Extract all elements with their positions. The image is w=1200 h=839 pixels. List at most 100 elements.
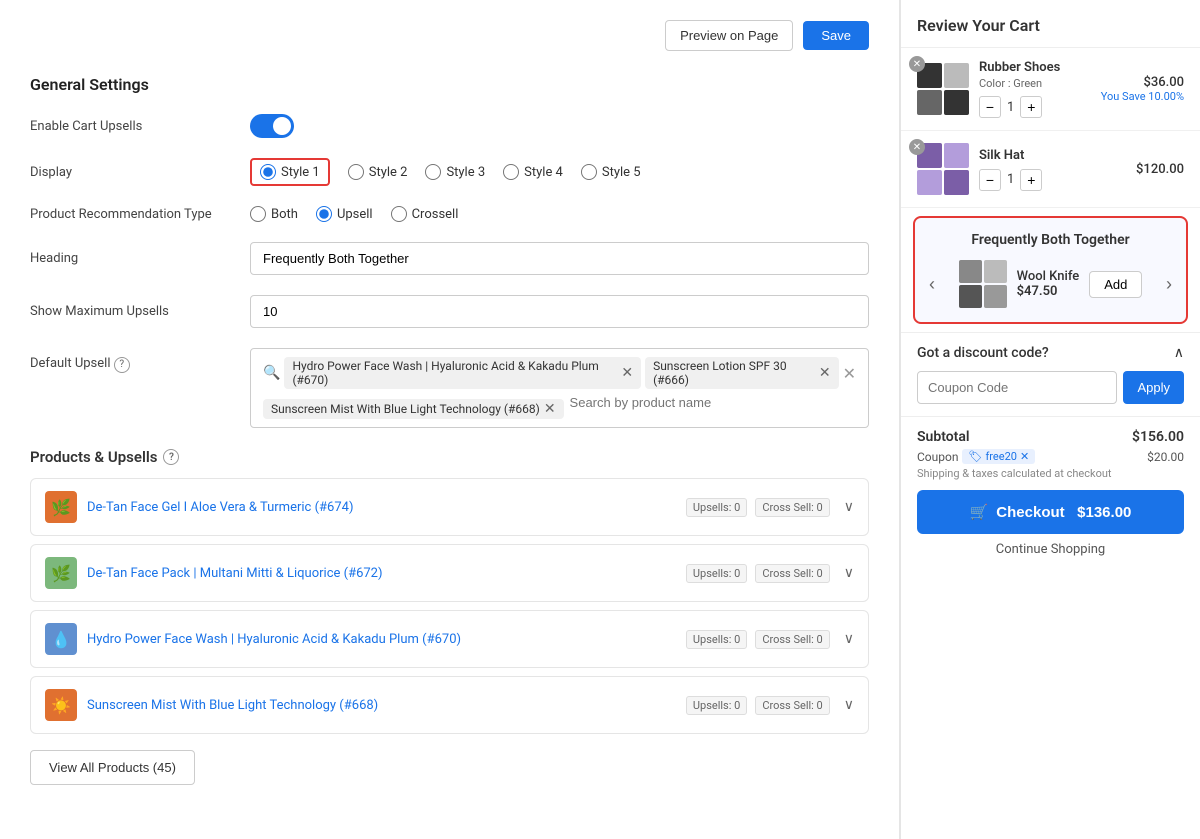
product-badges-3: Upsells: 0 Cross Sell: 0 — [686, 630, 830, 649]
display-style3-option[interactable]: Style 3 — [425, 164, 485, 180]
coupon-row: Coupon 🏷 free20 ✕ $20.00 — [917, 449, 1184, 464]
qty-value-1: 1 — [1007, 100, 1014, 115]
discount-chevron-icon: ∧ — [1174, 345, 1184, 361]
cart-item-price-1: $36.00 — [1101, 75, 1184, 90]
cart-item-remove-1[interactable]: ✕ — [909, 56, 925, 72]
apply-button[interactable]: Apply — [1123, 371, 1184, 404]
discount-input-row: Apply — [917, 371, 1184, 404]
default-upsell-row: Default Upsell ? 🔍 Hydro Power Face Wash… — [30, 348, 869, 428]
crosssell-badge-4: Cross Sell: 0 — [755, 696, 829, 715]
clear-all-icon[interactable]: ✕ — [843, 364, 856, 383]
cart-item-2: ✕ Silk Hat − 1 + $120.00 — [901, 131, 1200, 208]
cart-item-price-2: $120.00 — [1136, 162, 1184, 177]
coupon-remove-icon[interactable]: ✕ — [1020, 450, 1029, 463]
fbt-product-name: Wool Knife — [1017, 269, 1080, 284]
product-thumb-1: 🌿 — [45, 491, 77, 523]
fbt-box: Frequently Both Together ‹ Wool Knife $4… — [913, 216, 1188, 324]
display-style2-option[interactable]: Style 2 — [348, 164, 408, 180]
chevron-down-icon-2[interactable]: ∨ — [844, 565, 854, 581]
product-badges-2: Upsells: 0 Cross Sell: 0 — [686, 564, 830, 583]
product-row[interactable]: ☀️ Sunscreen Mist With Blue Light Techno… — [30, 676, 869, 734]
tag-search-input[interactable] — [570, 395, 730, 410]
enable-cart-upsells-label: Enable Cart Upsells — [30, 119, 250, 134]
heading-label: Heading — [30, 251, 250, 266]
enable-cart-upsells-row: Enable Cart Upsells — [30, 114, 869, 138]
tag-sunscreen-mist: Sunscreen Mist With Blue Light Technolog… — [263, 399, 564, 419]
discount-header[interactable]: Got a discount code? ∧ — [917, 345, 1184, 361]
show-max-row: Show Maximum Upsells — [30, 295, 869, 328]
rec-both-label: Both — [271, 207, 298, 222]
enable-cart-upsells-toggle[interactable] — [250, 114, 294, 138]
rec-upsell-label: Upsell — [337, 207, 373, 222]
shipping-note: Shipping & taxes calculated at checkout — [917, 467, 1184, 480]
chevron-down-icon-4[interactable]: ∨ — [844, 697, 854, 713]
tag-hydro-remove[interactable]: ✕ — [621, 365, 633, 381]
upsells-badge-4: Upsells: 0 — [686, 696, 747, 715]
chevron-down-icon-3[interactable]: ∨ — [844, 631, 854, 647]
coupon-icon: 🏷 — [968, 450, 982, 463]
fbt-nav: ‹ Wool Knife $47.50 Add › — [925, 260, 1176, 308]
subtotal-label: Subtotal — [917, 429, 970, 445]
product-row[interactable]: 🌿 De-Tan Face Pack | Multani Mitti & Liq… — [30, 544, 869, 602]
checkout-button[interactable]: 🛒 Checkout $136.00 — [917, 490, 1184, 534]
qty-value-2: 1 — [1007, 172, 1014, 187]
product-row[interactable]: 🌿 De-Tan Face Gel I Aloe Vera & Turmeric… — [30, 478, 869, 536]
tag-sunscreen-mist-remove[interactable]: ✕ — [544, 401, 556, 417]
qty-increase-1[interactable]: + — [1020, 96, 1042, 118]
rec-crossell-option[interactable]: Crossell — [391, 206, 459, 222]
product-badges-4: Upsells: 0 Cross Sell: 0 — [686, 696, 830, 715]
tag-hydro: Hydro Power Face Wash | Hyaluronic Acid … — [284, 357, 641, 389]
display-style5-option[interactable]: Style 5 — [581, 164, 641, 180]
crosssell-badge-1: Cross Sell: 0 — [755, 498, 829, 517]
display-row: Display Style 1 Style 2 Style 3 Style 4 — [30, 158, 869, 186]
tag-sunscreen-lotion-remove[interactable]: ✕ — [819, 365, 831, 381]
products-help-icon[interactable]: ? — [163, 449, 179, 465]
default-upsell-help-icon[interactable]: ? — [114, 357, 130, 373]
cart-item-save-1: You Save 10.00% — [1101, 90, 1184, 103]
default-upsell-input[interactable]: 🔍 Hydro Power Face Wash | Hyaluronic Aci… — [250, 348, 869, 428]
qty-control-2: − 1 + — [979, 169, 1126, 191]
fbt-add-button[interactable]: Add — [1089, 271, 1142, 298]
discount-header-label: Got a discount code? — [917, 345, 1049, 361]
rec-upsell-option[interactable]: Upsell — [316, 206, 373, 222]
qty-increase-2[interactable]: + — [1020, 169, 1042, 191]
cart-item-sub-1: Color : Green — [979, 77, 1091, 90]
general-settings-section: General Settings Enable Cart Upsells Dis… — [30, 75, 869, 428]
fbt-prev-button[interactable]: ‹ — [925, 274, 939, 295]
upsells-badge-2: Upsells: 0 — [686, 564, 747, 583]
coupon-discount: $20.00 — [1147, 450, 1184, 464]
product-name-4: Sunscreen Mist With Blue Light Technolog… — [87, 698, 686, 713]
qty-decrease-1[interactable]: − — [979, 96, 1001, 118]
chevron-down-icon-1[interactable]: ∨ — [844, 499, 854, 515]
cart-item-img-2 — [917, 143, 969, 195]
fbt-next-button[interactable]: › — [1162, 274, 1176, 295]
qty-decrease-2[interactable]: − — [979, 169, 1001, 191]
fbt-product-price: $47.50 — [1017, 284, 1080, 299]
product-name-1: De-Tan Face Gel I Aloe Vera & Turmeric (… — [87, 500, 686, 515]
tag-sunscreen-lotion: Sunscreen Lotion SPF 30 (#666) ✕ — [645, 357, 839, 389]
display-style5-label: Style 5 — [602, 165, 641, 180]
display-style1-option[interactable]: Style 1 — [250, 158, 330, 186]
continue-shopping-link[interactable]: Continue Shopping — [917, 542, 1184, 569]
heading-input[interactable] — [250, 242, 869, 275]
product-row[interactable]: 💧 Hydro Power Face Wash | Hyaluronic Aci… — [30, 610, 869, 668]
show-max-input[interactable] — [250, 295, 869, 328]
upsells-badge-3: Upsells: 0 — [686, 630, 747, 649]
product-badges-1: Upsells: 0 Cross Sell: 0 — [686, 498, 830, 517]
subtotal-row: Subtotal $156.00 — [917, 429, 1184, 445]
view-all-button[interactable]: View All Products (45) — [30, 750, 195, 785]
subtotal-amount: $156.00 — [1132, 429, 1184, 445]
coupon-input[interactable] — [917, 371, 1117, 404]
product-rec-label: Product Recommendation Type — [30, 207, 250, 222]
display-style4-option[interactable]: Style 4 — [503, 164, 563, 180]
product-thumb-4: ☀️ — [45, 689, 77, 721]
rec-both-option[interactable]: Both — [250, 206, 298, 222]
cart-item-info-1: Rubber Shoes Color : Green − 1 + — [979, 60, 1091, 118]
cart-item-remove-2[interactable]: ✕ — [909, 139, 925, 155]
preview-button[interactable]: Preview on Page — [665, 20, 793, 51]
cart-item-name-1: Rubber Shoes — [979, 60, 1091, 75]
display-style4-label: Style 4 — [524, 165, 563, 180]
fbt-product: Wool Knife $47.50 Add — [959, 260, 1143, 308]
coupon-badge: 🏷 free20 ✕ — [962, 449, 1035, 464]
save-button[interactable]: Save — [803, 21, 869, 50]
